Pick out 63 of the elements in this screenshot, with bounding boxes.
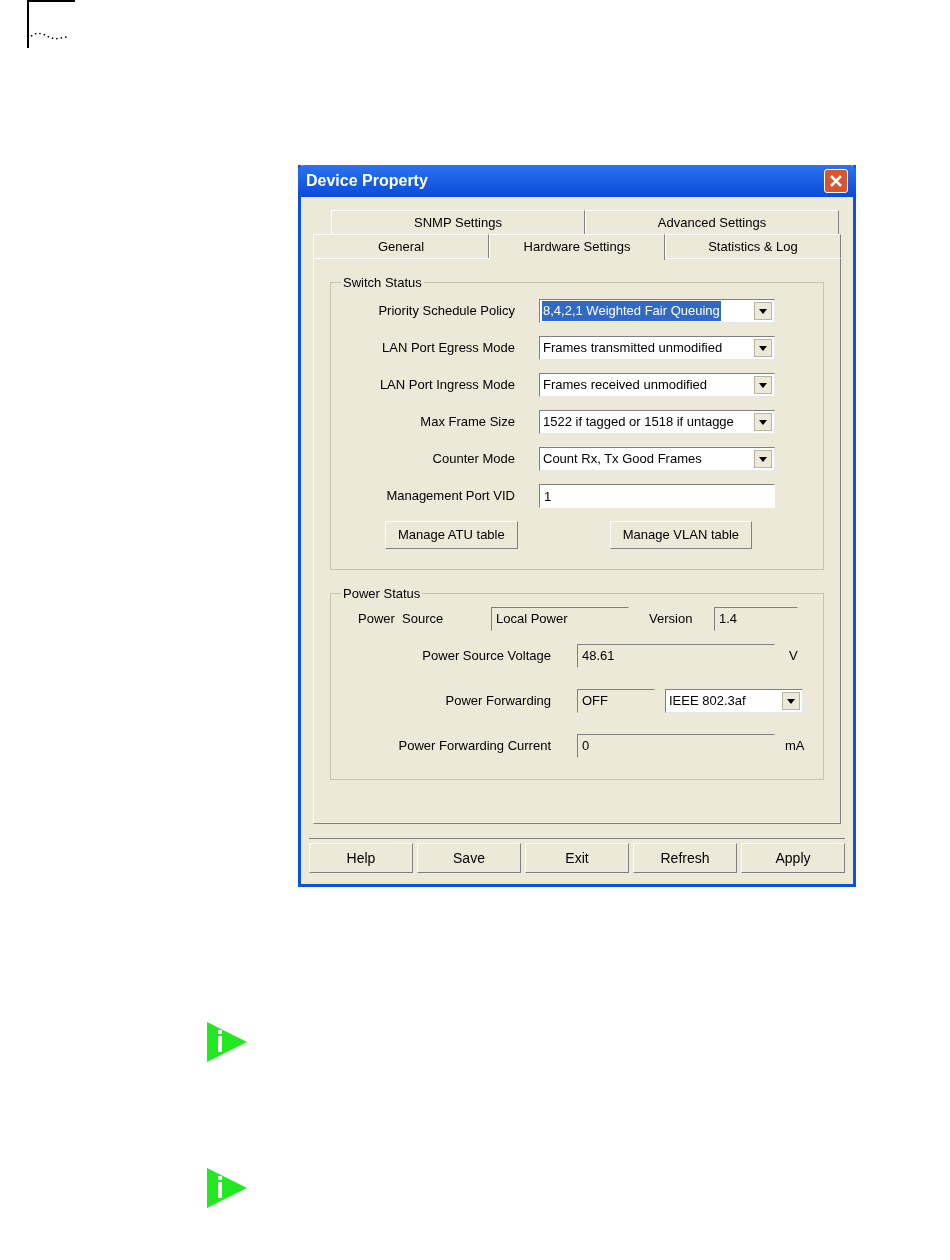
close-button[interactable]	[824, 169, 848, 193]
field-label: Priority Schedule Policy	[378, 302, 515, 321]
caret-icon	[759, 308, 767, 314]
field-label: Version	[649, 609, 694, 628]
window-title: Device Property	[306, 171, 428, 191]
dropdown-arrow-button[interactable]	[754, 339, 772, 357]
input-field[interactable]: 1	[539, 484, 775, 508]
readonly-field: 1.4	[714, 606, 798, 631]
dropdown-value: 8,4,2,1 Weighted Fair Queuing	[542, 301, 721, 321]
field-label: LAN Port Ingress Mode	[379, 376, 515, 395]
unit-label: mA	[785, 737, 805, 756]
footer-button[interactable]: Apply	[741, 843, 845, 873]
caret-icon	[759, 419, 767, 425]
tab[interactable]: Advanced Settings	[585, 210, 839, 234]
caret-icon	[759, 345, 767, 351]
caret-icon	[759, 456, 767, 462]
dropdown[interactable]: Count Rx, Tx Good Frames	[539, 447, 775, 471]
field-label: Max Frame Size	[420, 413, 515, 432]
group-title: Power Status	[342, 585, 422, 603]
caret-icon	[787, 698, 795, 704]
unit-label: V	[789, 647, 798, 666]
tab[interactable]: Hardware Settings	[489, 234, 665, 260]
field-label: Power Forwarding	[445, 692, 551, 711]
manage-table-button[interactable]: Manage ATU table	[385, 520, 518, 549]
tab[interactable]: SNMP Settings	[331, 210, 585, 234]
info-icon	[207, 1022, 247, 1062]
field-label: Power Source	[357, 609, 445, 628]
dropdown[interactable]: IEEE 802.3af	[665, 689, 803, 713]
close-icon	[829, 174, 843, 188]
field-label: Power Forwarding Current	[398, 737, 551, 756]
dropdown-value: 1522 if tagged or 1518 if untagge	[542, 413, 735, 432]
footer-button[interactable]: Refresh	[633, 843, 737, 873]
corner-mark-icon	[27, 0, 75, 48]
caret-icon	[759, 382, 767, 388]
dropdown-arrow-button[interactable]	[754, 302, 772, 320]
field-label: Management Port VID	[386, 487, 515, 506]
info-icon	[207, 1168, 247, 1208]
dropdown-arrow-button[interactable]	[754, 413, 772, 431]
dropdown-value: Frames transmitted unmodified	[542, 339, 724, 358]
dropdown-value: Frames received unmodified	[542, 376, 709, 395]
readonly-field: 48.61	[577, 644, 775, 668]
dropdown-arrow-button[interactable]	[754, 450, 772, 468]
field-label: Counter Mode	[432, 450, 515, 469]
readonly-field: OFF	[577, 689, 655, 713]
field-label: LAN Port Egress Mode	[382, 339, 515, 358]
dropdown-value: Count Rx, Tx Good Frames	[542, 450, 703, 469]
footer-button[interactable]: Exit	[525, 843, 629, 873]
dropdown-arrow-button[interactable]	[782, 692, 800, 710]
footer-button[interactable]: Help	[309, 843, 413, 873]
field-label: Power Source Voltage	[422, 647, 551, 666]
readonly-field: Local Power	[491, 606, 629, 631]
dropdown[interactable]: Frames received unmodified	[539, 373, 775, 397]
dropdown-arrow-button[interactable]	[754, 376, 772, 394]
readonly-field: 0	[577, 734, 775, 758]
footer-button[interactable]: Save	[417, 843, 521, 873]
dropdown[interactable]: Frames transmitted unmodified	[539, 336, 775, 360]
manage-table-button[interactable]: Manage VLAN table	[609, 520, 753, 549]
dropdown[interactable]: 1522 if tagged or 1518 if untagge	[539, 410, 775, 434]
tab[interactable]: General	[313, 234, 489, 258]
dropdown[interactable]: 8,4,2,1 Weighted Fair Queuing	[539, 299, 775, 323]
tab[interactable]: Statistics & Log	[665, 234, 841, 258]
group-title: Switch Status	[342, 274, 423, 292]
dropdown-value: IEEE 802.3af	[668, 692, 747, 711]
